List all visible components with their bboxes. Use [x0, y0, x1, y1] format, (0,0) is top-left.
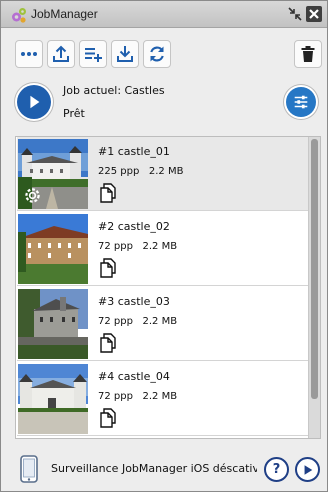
upload-icon — [53, 45, 69, 62]
thumbnail-castle — [18, 289, 88, 359]
documents-icon[interactable] — [99, 333, 117, 353]
item-title: #1 castle_01 — [98, 145, 170, 158]
thumbnail-castle — [18, 364, 88, 434]
sliders-icon — [294, 95, 308, 109]
phone-icon — [20, 455, 38, 483]
job-status: Prêt — [63, 107, 85, 120]
upload-button[interactable] — [47, 40, 75, 68]
list-item[interactable]: #3 castle_03 72 ppp 2.2 MB — [17, 287, 309, 361]
scrollbar-thumb[interactable] — [311, 139, 318, 399]
footer-play-button[interactable] — [295, 457, 320, 482]
play-icon — [304, 464, 312, 475]
title-bar[interactable]: JobManager — [1, 1, 327, 28]
item-meta: 72 ppp 2.2 MB — [98, 316, 178, 327]
more-button[interactable] — [15, 40, 43, 68]
window-title: JobManager — [31, 7, 98, 21]
start-job-button[interactable] — [17, 85, 51, 119]
list-item[interactable]: #4 castle_04 72 ppp 2.2 MB — [17, 362, 309, 436]
ios-monitoring-status: Surveillance JobManager iOS déscativ — [51, 462, 257, 475]
close-icon — [309, 9, 319, 19]
help-button[interactable]: ? — [264, 457, 289, 482]
gear-icon — [25, 188, 40, 203]
item-title: #4 castle_04 — [98, 370, 170, 383]
list-add-icon — [85, 48, 102, 62]
current-job-label: Job actuel: Castles — [63, 84, 165, 97]
download-icon — [117, 46, 133, 62]
close-button[interactable] — [306, 6, 322, 22]
documents-icon[interactable] — [99, 183, 117, 203]
list-scrollbar[interactable] — [308, 137, 320, 438]
item-title: #3 castle_03 — [98, 295, 170, 308]
image-list[interactable]: #1 castle_01 225 ppp 2.2 MB #2 castle_02… — [15, 136, 321, 439]
add-list-button[interactable] — [79, 40, 107, 68]
item-meta: 72 ppp 2.2 MB — [98, 241, 178, 252]
list-item[interactable]: #1 castle_01 225 ppp 2.2 MB — [17, 137, 309, 211]
delete-button[interactable] — [294, 40, 322, 68]
collapse-icon[interactable] — [288, 7, 302, 21]
gears-icon — [12, 8, 26, 23]
download-button[interactable] — [111, 40, 139, 68]
question-icon: ? — [272, 462, 281, 477]
item-meta: 72 ppp 2.2 MB — [98, 391, 178, 402]
thumbnail-castle — [18, 214, 88, 284]
item-title: #2 castle_02 — [98, 220, 170, 233]
play-icon — [30, 95, 40, 109]
documents-icon[interactable] — [99, 408, 117, 428]
item-meta: 225 ppp 2.2 MB — [98, 166, 184, 177]
settings-button[interactable] — [286, 87, 316, 117]
documents-icon[interactable] — [99, 258, 117, 278]
ellipsis-icon — [21, 52, 37, 56]
trash-icon — [301, 46, 315, 62]
jobmanager-window: JobManager Job actuel: Castles Prêt #1 c… — [0, 0, 328, 492]
refresh-icon — [150, 46, 164, 62]
refresh-button[interactable] — [143, 40, 171, 68]
list-item[interactable]: #2 castle_02 72 ppp 2.2 MB — [17, 212, 309, 286]
